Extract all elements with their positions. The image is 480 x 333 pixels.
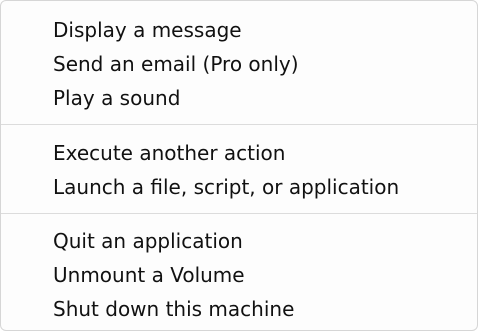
menu-item-launch-file[interactable]: Launch a file, script, or application xyxy=(1,170,477,204)
menu-item-quit-application[interactable]: Quit an application xyxy=(1,224,477,258)
menu-item-send-email[interactable]: Send an email (Pro only) xyxy=(1,47,477,81)
menu-item-label: Display a message xyxy=(53,18,242,42)
menu-item-label: Shut down this machine xyxy=(53,297,295,321)
action-menu: Display a message Send an email (Pro onl… xyxy=(0,0,478,331)
menu-item-display-message[interactable]: Display a message xyxy=(1,13,477,47)
menu-item-execute-action[interactable]: Execute another action xyxy=(1,136,477,170)
menu-item-label: Execute another action xyxy=(53,141,286,165)
menu-item-play-sound[interactable]: Play a sound xyxy=(1,81,477,115)
menu-item-label: Launch a file, script, or application xyxy=(53,175,400,199)
menu-item-unmount-volume[interactable]: Unmount a Volume xyxy=(1,258,477,292)
menu-group-system: Quit an application Unmount a Volume Shu… xyxy=(1,214,477,326)
menu-group-run: Execute another action Launch a file, sc… xyxy=(1,125,477,213)
menu-item-label: Send an email (Pro only) xyxy=(53,52,299,76)
menu-item-shut-down[interactable]: Shut down this machine xyxy=(1,292,477,326)
menu-item-label: Quit an application xyxy=(53,229,243,253)
menu-group-notify: Display a message Send an email (Pro onl… xyxy=(1,1,477,124)
menu-item-label: Unmount a Volume xyxy=(53,263,245,287)
menu-item-label: Play a sound xyxy=(53,86,181,110)
